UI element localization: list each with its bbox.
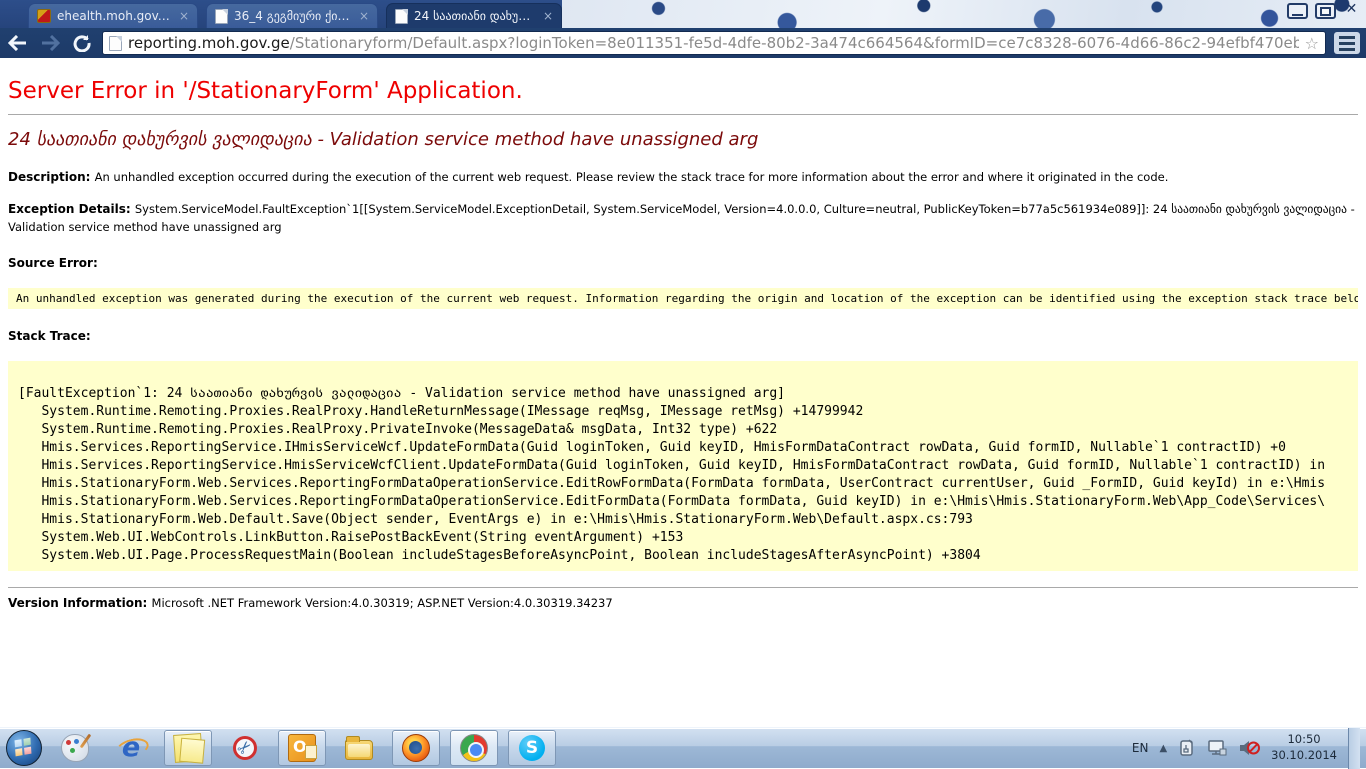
tab-title: ehealth.moh.gov.ge/Hmis [57, 9, 173, 23]
divider [8, 114, 1358, 115]
network-icon[interactable] [1207, 739, 1227, 757]
show-hidden-icons-icon[interactable]: ▲ [1159, 743, 1167, 754]
stack-trace-box: [FaultException`1: 24 საათიანი დახურვის … [8, 361, 1358, 571]
tab-strip: ehealth.moh.gov.ge/Hmis × 36_4 გეგმიური … [0, 0, 1366, 28]
restore-button[interactable] [1315, 3, 1336, 19]
page-icon [215, 9, 228, 24]
taskbar-firefox-button[interactable] [392, 730, 440, 766]
tab-close-icon[interactable]: × [359, 9, 369, 23]
internet-explorer-icon: e [118, 735, 144, 761]
sticky-notes-icon [173, 733, 203, 763]
stack-trace-text: [FaultException`1: 24 საათიანი დახურვის … [18, 367, 1348, 565]
minimize-button[interactable] [1287, 3, 1308, 19]
web-page-content: Server Error in '/StationaryForm' Applic… [0, 58, 1366, 727]
window-controls: ✕ [1287, 3, 1360, 19]
forward-icon[interactable] [38, 32, 62, 54]
chrome-menu-icon[interactable] [1334, 32, 1360, 54]
page-icon [109, 36, 122, 51]
tab-ehealth[interactable]: ehealth.moh.gov.ge/Hmis × [28, 3, 198, 28]
description-text: An unhandled exception occurred during t… [95, 170, 1169, 184]
taskbar-clock[interactable]: 10:50 30.10.2014 [1271, 732, 1337, 763]
exception-details-paragraph: Exception Details: System.ServiceModel.F… [8, 200, 1358, 236]
chrome-icon [460, 734, 488, 762]
stack-trace-heading: Stack Trace: [8, 323, 1358, 347]
exception-details-text: System.ServiceModel.FaultException`1[[Sy… [8, 202, 1355, 233]
tab-close-icon[interactable]: × [179, 9, 189, 23]
reload-icon[interactable] [70, 32, 94, 54]
description-label: Description: [8, 170, 95, 184]
server-error-title: Server Error in '/StationaryForm' Applic… [8, 78, 1358, 104]
tab-surgery-form[interactable]: 36_4 გეგმიური ქირურგი × [206, 3, 378, 28]
taskbar-snipping-tool-button[interactable] [222, 731, 268, 765]
exception-details-label: Exception Details: [8, 202, 135, 216]
windows-explorer-icon [345, 740, 373, 760]
tab-title: 24 საათიანი დახურვის ვ [414, 9, 532, 23]
taskbar-apps: e S [2, 730, 556, 766]
close-button[interactable]: ✕ [1343, 3, 1360, 15]
tab-24h-closure-active[interactable]: 24 საათიანი დახურვის ვ × [386, 3, 562, 28]
tab-close-icon[interactable]: × [543, 9, 553, 23]
skype-icon: S [519, 735, 545, 761]
url-path-query: /Stationaryform/Default.aspx?loginToken=… [290, 34, 1299, 52]
taskbar-chrome-button[interactable] [450, 730, 498, 766]
taskbar-outlook-button[interactable] [278, 730, 326, 766]
language-indicator[interactable]: EN [1132, 741, 1149, 755]
tab-title: 36_4 გეგმიური ქირურგი [234, 9, 352, 23]
taskbar-paint-button[interactable] [52, 731, 98, 765]
version-label: Version Information: [8, 596, 152, 610]
divider [8, 587, 1358, 588]
start-button[interactable] [6, 730, 42, 766]
browser-toolbar: reporting.moh.gov.ge/Stationaryform/Defa… [0, 28, 1366, 58]
clock-date: 30.10.2014 [1271, 748, 1337, 764]
url-text[interactable]: reporting.moh.gov.ge/Stationaryform/Defa… [128, 34, 1299, 52]
version-information: Version Information: Microsoft .NET Fram… [8, 596, 1358, 610]
page-icon [395, 9, 408, 24]
source-error-box: An unhandled exception was generated dur… [8, 288, 1358, 309]
system-tray: EN ▲ 10:50 30.10.2014 [1132, 728, 1364, 768]
windows-logo-icon [15, 738, 32, 757]
device-eject-icon[interactable] [1178, 739, 1196, 757]
source-error-heading: Source Error: [8, 250, 1358, 274]
windows-taskbar: e S EN ▲ 10:50 30.10.2014 [0, 727, 1366, 768]
outlook-icon [288, 734, 316, 762]
georgia-emblem-icon [37, 9, 51, 23]
taskbar-explorer-button[interactable] [336, 731, 382, 765]
url-bar[interactable]: reporting.moh.gov.ge/Stationaryform/Defa… [102, 31, 1326, 55]
taskbar-skype-button[interactable]: S [508, 730, 556, 766]
back-icon[interactable] [6, 32, 30, 54]
show-desktop-button[interactable] [1348, 728, 1360, 769]
snipping-tool-icon [232, 735, 258, 761]
clock-time: 10:50 [1271, 732, 1337, 748]
paint-icon [61, 734, 89, 762]
taskbar-internet-explorer-button[interactable]: e [108, 731, 154, 765]
window-frame-wallpaper [562, 0, 1366, 28]
taskbar-sticky-notes-button[interactable] [164, 730, 212, 766]
volume-muted-icon[interactable] [1238, 739, 1260, 757]
firefox-icon [402, 734, 430, 762]
error-message-subtitle: 24 საათიანი დახურვის ვალიდაცია - Validat… [8, 129, 1358, 150]
version-text: Microsoft .NET Framework Version:4.0.303… [152, 596, 613, 610]
bookmark-star-icon[interactable]: ☆ [1305, 34, 1319, 53]
description-paragraph: Description: An unhandled exception occu… [8, 168, 1358, 186]
url-host: reporting.moh.gov.ge [128, 34, 290, 52]
